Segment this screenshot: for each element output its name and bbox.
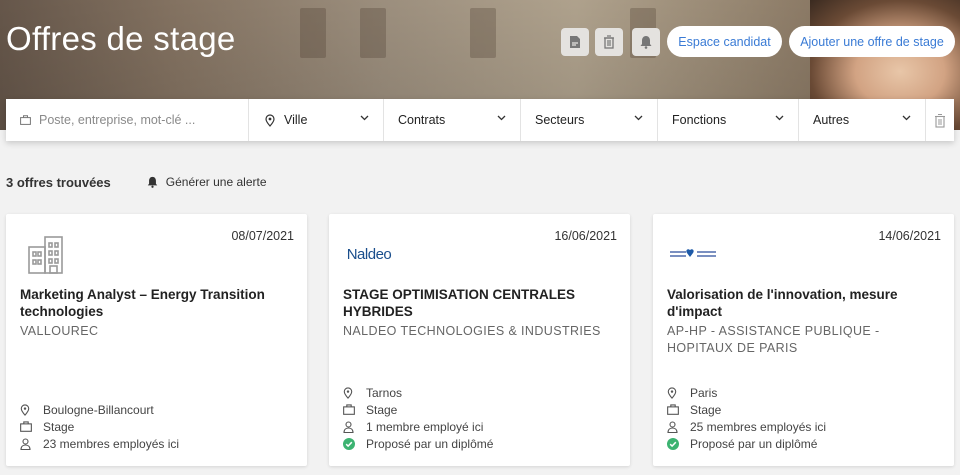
others-dropdown[interactable]: Autres	[799, 99, 926, 141]
functions-dropdown[interactable]: Fonctions	[658, 99, 799, 141]
offer-location-text: Boulogne-Billancourt	[43, 402, 154, 417]
offer-meta: Tarnos Stage 1 membre employé ici Propos…	[343, 384, 493, 452]
offer-card[interactable]: 14/06/2021 Valorisation de l'innovation,…	[653, 214, 954, 466]
pdf-button[interactable]	[561, 28, 589, 56]
offer-contract: Stage	[667, 401, 826, 418]
search-input[interactable]: Poste, entreprise, mot-clé ...	[39, 113, 195, 127]
create-alert-label: Générer une alerte	[165, 175, 267, 189]
naldeo-logo: Naldeo	[346, 245, 392, 263]
offer-employees-text: 23 membres employés ici	[43, 436, 180, 451]
page-title: Offres de stage	[6, 20, 236, 57]
bell-icon	[640, 36, 652, 49]
chevron-down-icon	[634, 115, 643, 121]
company-logo: Naldeo	[343, 228, 395, 280]
offer-date: 14/06/2021	[878, 229, 941, 243]
location-pin-icon	[265, 113, 275, 127]
pdf-icon	[570, 36, 580, 48]
candidate-space-button[interactable]: Espace candidat	[667, 26, 782, 57]
chevron-down-icon	[775, 115, 784, 121]
company-name: AP-HP - ASSISTANCE PUBLIQUE - HOPITAUX D…	[667, 324, 880, 355]
search-field[interactable]: Poste, entreprise, mot-clé ...	[6, 99, 249, 141]
company-name: NALDEO TECHNOLOGIES & INDUSTRIES	[343, 324, 601, 338]
results-bar: 3 offres trouvées Générer une alerte	[6, 174, 267, 190]
offer-date: 16/06/2021	[554, 229, 617, 243]
chevron-down-icon	[497, 115, 506, 121]
person-icon	[343, 420, 354, 433]
offer-contract-text: Stage	[366, 402, 398, 417]
background-window	[300, 8, 326, 58]
briefcase-icon	[667, 404, 679, 415]
others-dropdown-label: Autres	[813, 113, 850, 127]
offer-location-text: Paris	[690, 385, 718, 400]
offer-graduate-text: Proposé par un diplômé	[690, 436, 818, 451]
briefcase-icon	[343, 404, 355, 415]
company-name: VALLOUREC	[20, 324, 99, 338]
bell-button[interactable]	[632, 28, 660, 56]
company-logo	[20, 228, 72, 280]
offer-graduate: Proposé par un diplômé	[343, 435, 493, 452]
clear-filters-button[interactable]	[926, 99, 954, 141]
search-bar: Poste, entreprise, mot-clé ... Ville Con…	[6, 99, 954, 141]
offer-location-text: Tarnos	[366, 385, 403, 400]
check-circle-icon	[667, 437, 679, 450]
create-alert-button[interactable]: Générer une alerte	[147, 175, 267, 189]
offer-location: Paris	[667, 384, 826, 401]
briefcase-icon	[20, 421, 32, 432]
offer-location: Boulogne-Billancourt	[20, 401, 179, 418]
city-dropdown-label: Ville	[284, 113, 308, 127]
offer-card[interactable]: Naldeo 16/06/2021 STAGE OPTIMISATION CEN…	[329, 214, 630, 466]
offer-meta: Boulogne-Billancourt Stage 23 membres em…	[20, 401, 179, 452]
location-pin-icon	[20, 403, 30, 416]
building-icon	[28, 236, 63, 274]
offer-contract: Stage	[20, 418, 179, 435]
trash-icon	[604, 35, 614, 49]
offer-employees-text: 25 membres employés ici	[690, 419, 827, 434]
offer-employees: 23 membres employés ici	[20, 435, 179, 452]
offer-meta: Paris Stage 25 membres employés ici Prop…	[667, 384, 826, 452]
offer-date: 08/07/2021	[231, 229, 294, 243]
sectors-dropdown-label: Secteurs	[535, 113, 585, 127]
offer-title[interactable]: Marketing Analyst – Energy Transition te…	[20, 286, 290, 320]
check-circle-icon	[343, 437, 355, 450]
person-icon	[20, 437, 31, 450]
offer-contract-text: Stage	[43, 419, 75, 434]
aphp-logo	[669, 247, 717, 261]
person-icon	[667, 420, 678, 433]
offer-contract-text: Stage	[690, 402, 722, 417]
background-window	[360, 8, 386, 58]
company-logo	[667, 228, 719, 280]
chevron-down-icon	[360, 115, 369, 121]
offer-employees: 1 membre employé ici	[343, 418, 493, 435]
location-pin-icon	[343, 386, 353, 399]
offer-title[interactable]: STAGE OPTIMISATION CENTRALES HYBRIDES	[343, 286, 613, 320]
trash-icon	[935, 113, 945, 128]
city-dropdown[interactable]: Ville	[249, 99, 384, 141]
offer-card[interactable]: 08/07/2021 Marketing Analyst – Energy Tr…	[6, 214, 307, 466]
background-window	[470, 8, 496, 58]
results-count: 3 offres trouvées	[6, 174, 111, 190]
offer-employees: 25 membres employés ici	[667, 418, 826, 435]
briefcase-icon	[20, 115, 31, 125]
offer-employees-text: 1 membre employé ici	[366, 419, 484, 434]
offer-graduate: Proposé par un diplômé	[667, 435, 826, 452]
sectors-dropdown[interactable]: Secteurs	[521, 99, 658, 141]
contracts-dropdown[interactable]: Contrats	[384, 99, 521, 141]
offer-graduate-text: Proposé par un diplômé	[366, 436, 494, 451]
contracts-dropdown-label: Contrats	[398, 113, 446, 127]
location-pin-icon	[667, 386, 677, 399]
bell-icon	[147, 176, 157, 188]
functions-dropdown-label: Fonctions	[672, 113, 727, 127]
offer-title[interactable]: Valorisation de l'innovation, mesure d'i…	[667, 286, 937, 320]
offer-location: Tarnos	[343, 384, 493, 401]
chevron-down-icon	[902, 115, 911, 121]
add-offer-button[interactable]: Ajouter une offre de stage	[789, 26, 955, 57]
trash-button[interactable]	[595, 28, 623, 56]
offer-contract: Stage	[343, 401, 493, 418]
